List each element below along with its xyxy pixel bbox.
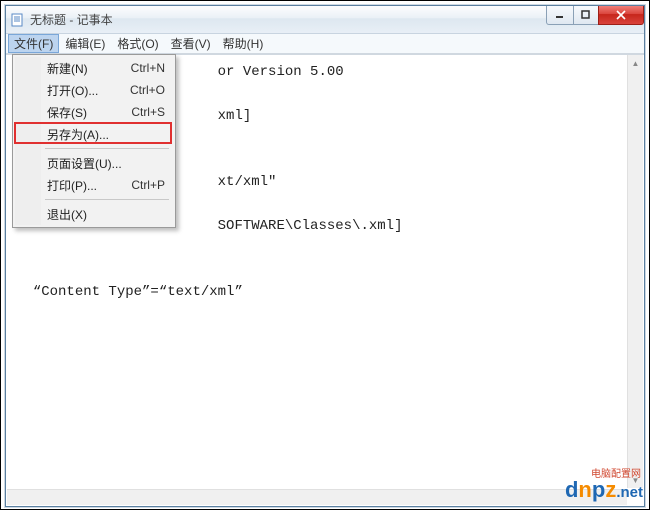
text-fragment: or Version 5.00 [218,64,344,80]
menu-item-label: 另存为(A)... [47,126,109,143]
menu-item-shortcut: Ctrl+P [131,178,165,192]
text-fragment: SOFTWARE\Classes\.xml] [218,218,403,234]
app-icon [10,12,26,28]
menu-item-exit[interactable]: 退出(X) [15,203,173,225]
menu-separator [15,196,173,203]
menu-format[interactable]: 格式(O) [111,34,164,53]
menu-item-label: 打开(O)... [47,82,98,99]
watermark-net: .net [616,484,643,501]
titlebar[interactable]: 无标题 - 记事本 [6,6,644,34]
menu-item-shortcut: Ctrl+S [131,105,165,119]
watermark-letter: p [592,477,605,503]
menu-item-label: 保存(S) [47,104,87,121]
menu-item-open[interactable]: 打开(O)... Ctrl+O [15,79,173,101]
menu-item-label: 页面设置(U)... [47,155,122,172]
vertical-scrollbar[interactable]: ▲ ▼ [627,55,643,488]
menu-separator [15,145,173,152]
menu-label: 编辑(E) [65,35,105,52]
menu-item-page-setup[interactable]: 页面设置(U)... [15,152,173,174]
menu-item-label: 新建(N) [47,60,88,77]
notepad-window: 无标题 - 记事本 文件(F) 编辑(E) 格式(O) 查看(V) 帮助(H) … [5,5,645,507]
watermark-letter: d [565,477,578,503]
menu-edit[interactable]: 编辑(E) [59,34,111,53]
watermark: 电脑配置网 d n p z .net [565,477,643,503]
menu-label: 格式(O) [117,35,158,52]
menubar: 文件(F) 编辑(E) 格式(O) 查看(V) 帮助(H) [6,34,644,54]
menu-item-label: 退出(X) [47,206,87,223]
text-fragment: xt/xml" [218,174,277,190]
menu-label: 查看(V) [171,35,211,52]
menu-view[interactable]: 查看(V) [165,34,217,53]
menu-label: 文件(F) [14,35,53,52]
watermark-letter: n [578,477,591,503]
window-title: 无标题 - 记事本 [30,11,113,28]
scroll-up-icon[interactable]: ▲ [628,55,643,71]
watermark-sub: 电脑配置网 [591,465,641,480]
maximize-button[interactable] [573,6,599,25]
horizontal-scrollbar[interactable] [7,489,627,505]
menu-item-print[interactable]: 打印(P)... Ctrl+P [15,174,173,196]
close-button[interactable] [598,6,644,25]
menu-item-shortcut: Ctrl+O [130,83,165,97]
menu-item-save[interactable]: 保存(S) Ctrl+S [15,101,173,123]
text-fragment: xml] [218,108,252,124]
minimize-button[interactable] [546,6,574,25]
window-controls [547,6,644,25]
menu-item-save-as[interactable]: 另存为(A)... [15,123,173,145]
menu-item-new[interactable]: 新建(N) Ctrl+N [15,57,173,79]
menu-help[interactable]: 帮助(H) [217,34,270,53]
menu-label: 帮助(H) [223,35,264,52]
menu-file[interactable]: 文件(F) [8,34,59,53]
text-fragment: “Content Type”=“text/xml” [33,284,243,300]
menu-item-shortcut: Ctrl+N [131,61,165,75]
file-menu-dropdown: 新建(N) Ctrl+N 打开(O)... Ctrl+O 保存(S) Ctrl+… [12,54,176,228]
menu-item-label: 打印(P)... [47,177,97,194]
watermark-letter: z [605,477,616,503]
